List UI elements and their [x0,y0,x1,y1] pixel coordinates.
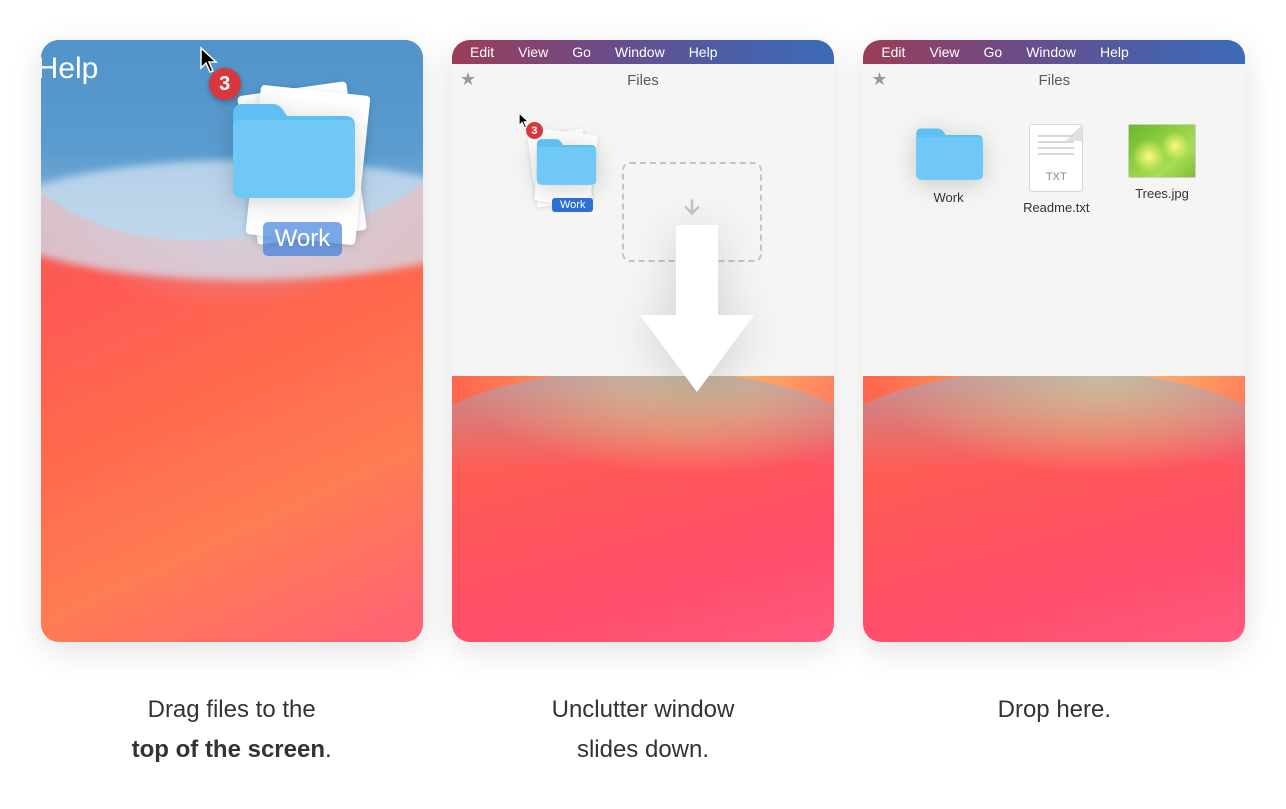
file-name: Readme.txt [1023,200,1089,215]
menubar-item-help[interactable]: Help [689,44,718,60]
wallpaper-wave [863,370,1245,470]
menubar-item-go[interactable]: Go [572,44,591,60]
caption-line-2: slides down. [577,736,709,763]
files-title: Files [452,64,834,97]
star-icon[interactable]: ★ [871,69,887,90]
files-title: Files [863,64,1245,97]
folder-icon[interactable] [227,96,359,207]
image-thumbnail [1128,124,1196,178]
file-item-image[interactable]: Trees.jpg [1128,124,1196,215]
menubar-item-view[interactable]: View [518,44,548,60]
menubar-item-go[interactable]: Go [984,44,1003,60]
file-name: Trees.jpg [1135,186,1189,201]
folder-label: Work [263,222,343,256]
caption-step-1: Drag files to the top of the screen. [132,690,332,769]
menubar-item-window[interactable]: Window [1026,44,1076,60]
caption-line-1: Drag files to the [148,696,316,723]
caption-text: Drop here. [998,696,1111,723]
big-arrow-down-icon [632,220,762,405]
txt-file-icon: TXT [1029,124,1083,192]
panel-slides-down: Edit View Go Window Help ★ Files [452,40,834,642]
star-icon[interactable]: ★ [460,69,476,90]
file-item-txt[interactable]: TXT Readme.txt [1023,124,1089,215]
folder-icon[interactable] [534,135,598,192]
menubar-item-window[interactable]: Window [615,44,665,60]
files-panel: Files Work TXT Readme. [863,64,1245,376]
file-item-folder[interactable]: Work [913,124,985,215]
menubar-item-edit[interactable]: Edit [881,44,905,60]
tutorial-steps: Help Work 3 Drag files to the top of the… [0,0,1286,809]
panel-drop-here: Edit View Go Window Help ★ Files Work [863,40,1245,642]
menubar-item-help[interactable]: Help [1100,44,1129,60]
menubar-item-help[interactable]: Help [41,52,99,86]
folder-icon [913,124,985,182]
caption-step-2: Unclutter window slides down. [552,690,735,769]
txt-ext-label: TXT [1046,171,1067,183]
caption-step-3: Drop here. [998,690,1111,730]
drag-count-badge: 3 [209,68,241,100]
menubar-item-edit[interactable]: Edit [470,44,494,60]
panel-drag-to-top: Help Work 3 [41,40,423,642]
step-3: Edit View Go Window Help ★ Files Work [863,40,1246,769]
drag-count-badge: 3 [526,122,543,139]
menubar: Edit View Go Window Help [863,40,1245,64]
menubar: Edit View Go Window Help [452,40,834,64]
step-1: Help Work 3 Drag files to the top of the… [40,40,423,769]
file-name: Work [934,190,964,205]
file-grid: Work TXT Readme.txt Trees.jpg [863,120,1245,219]
caption-suffix: . [325,736,332,763]
caption-line-1: Unclutter window [552,696,735,723]
menubar-item-view[interactable]: View [929,44,959,60]
folder-label: Work [552,198,593,212]
caption-line-2-bold: top of the screen [132,736,325,763]
step-2: Edit View Go Window Help ★ Files [451,40,834,769]
